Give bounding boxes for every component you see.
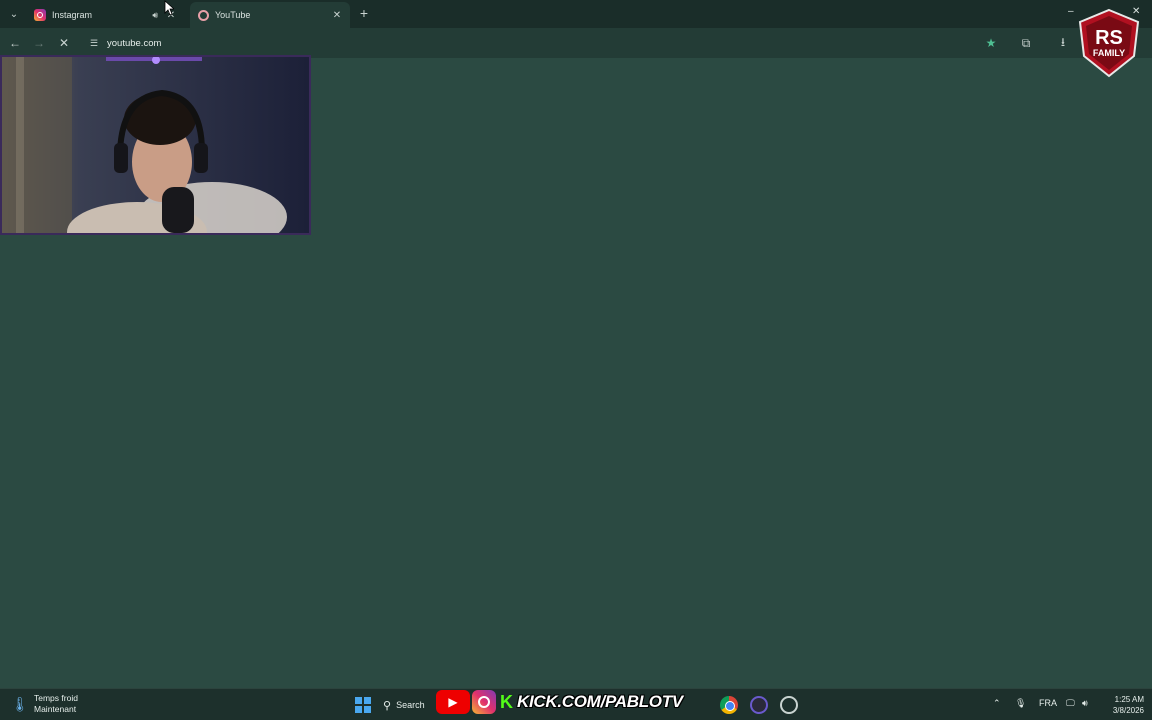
clock-time: 1:25 AM [1114, 695, 1144, 704]
volume-icon[interactable]: 🔊︎ [1082, 698, 1088, 709]
back-arrow-icon[interactable]: ← [7, 35, 23, 51]
weather-widget[interactable]: 🌡︎ Temps froid Maintenant [11, 693, 78, 715]
speaker-icon[interactable]: 🔊︎ [152, 10, 158, 21]
obs-taskbar-icon[interactable] [750, 696, 768, 714]
logo-text-family: FAMILY [1093, 48, 1125, 58]
search-icon: ⚲ [383, 699, 392, 712]
bookmark-star-icon[interactable]: ★ [983, 35, 999, 51]
taskbar-search[interactable]: ⚲ Search [383, 695, 425, 715]
download-icon[interactable]: ⭳ [1055, 35, 1071, 51]
kick-logo-icon: K [500, 691, 513, 712]
kick-url-text: KICK.COM/PABLOTV [517, 692, 683, 711]
social-banner-overlay: ▶ K KICK.COM/PABLOTV [436, 689, 683, 715]
mouse-cursor-icon [164, 0, 174, 16]
tab-youtube[interactable]: YouTube ✕ [190, 2, 350, 28]
weather-title: Temps froid [34, 693, 78, 703]
desktop-screen: ⌄ Instagram 🔊︎ ✕ YouTube ✕ + – ✕ ← → ✕ ☰… [0, 0, 1152, 720]
close-tab-icon[interactable]: ✕ [330, 8, 344, 22]
forward-arrow-icon[interactable]: → [31, 35, 47, 51]
tab-instagram[interactable]: Instagram 🔊︎ ✕ [26, 2, 184, 28]
clock-date: 3/8/2026 [1112, 706, 1144, 715]
site-info-icon[interactable]: ☰ [86, 35, 102, 51]
stop-loading-icon[interactable]: ✕ [56, 35, 72, 51]
youtube-logo-icon: ▶ [436, 690, 470, 714]
system-clock[interactable]: 1:25 AM 3/8/2026 [1104, 694, 1144, 716]
browser-toolbar: ← → ✕ ☰ youtube.com ★ ⧉ ⭳ [0, 28, 1152, 58]
tray-chevron-icon[interactable]: ⌃ [993, 698, 1001, 709]
search-label: Search [396, 700, 425, 710]
language-indicator[interactable]: FRA [1039, 698, 1057, 708]
steam-taskbar-icon[interactable] [780, 696, 798, 714]
windows-start-icon[interactable] [355, 697, 371, 713]
weather-subtitle: Maintenant [34, 704, 77, 714]
instagram-logo-icon [472, 690, 496, 714]
instagram-icon [34, 9, 46, 21]
url-text: youtube.com [107, 37, 162, 49]
webcam-overlay [0, 55, 311, 235]
webcam-image [2, 57, 309, 233]
new-tab-button[interactable]: + [356, 5, 372, 21]
tab-title: YouTube [215, 10, 251, 20]
network-icon[interactable]: 🖵︎ [1066, 698, 1075, 709]
microphone-icon[interactable]: 🎙︎ [1015, 698, 1026, 709]
tab-title: Instagram [52, 10, 93, 20]
chrome-taskbar-icon[interactable] [720, 696, 738, 714]
logo-text-rs: RS [1095, 27, 1123, 49]
thermometer-icon: 🌡︎ [11, 695, 29, 712]
minimize-icon[interactable]: – [1068, 6, 1074, 17]
rs-family-logo: RS FAMILY [1076, 8, 1142, 78]
extensions-icon[interactable]: ⧉ [1018, 35, 1034, 51]
youtube-icon [198, 9, 209, 21]
taskbar: 🌡︎ Temps froid Maintenant ⚲ Search ▶ K K… [0, 688, 1152, 720]
tab-search-chevron-icon[interactable]: ⌄ [5, 6, 23, 22]
address-bar[interactable]: ☰ youtube.com [84, 32, 1014, 54]
